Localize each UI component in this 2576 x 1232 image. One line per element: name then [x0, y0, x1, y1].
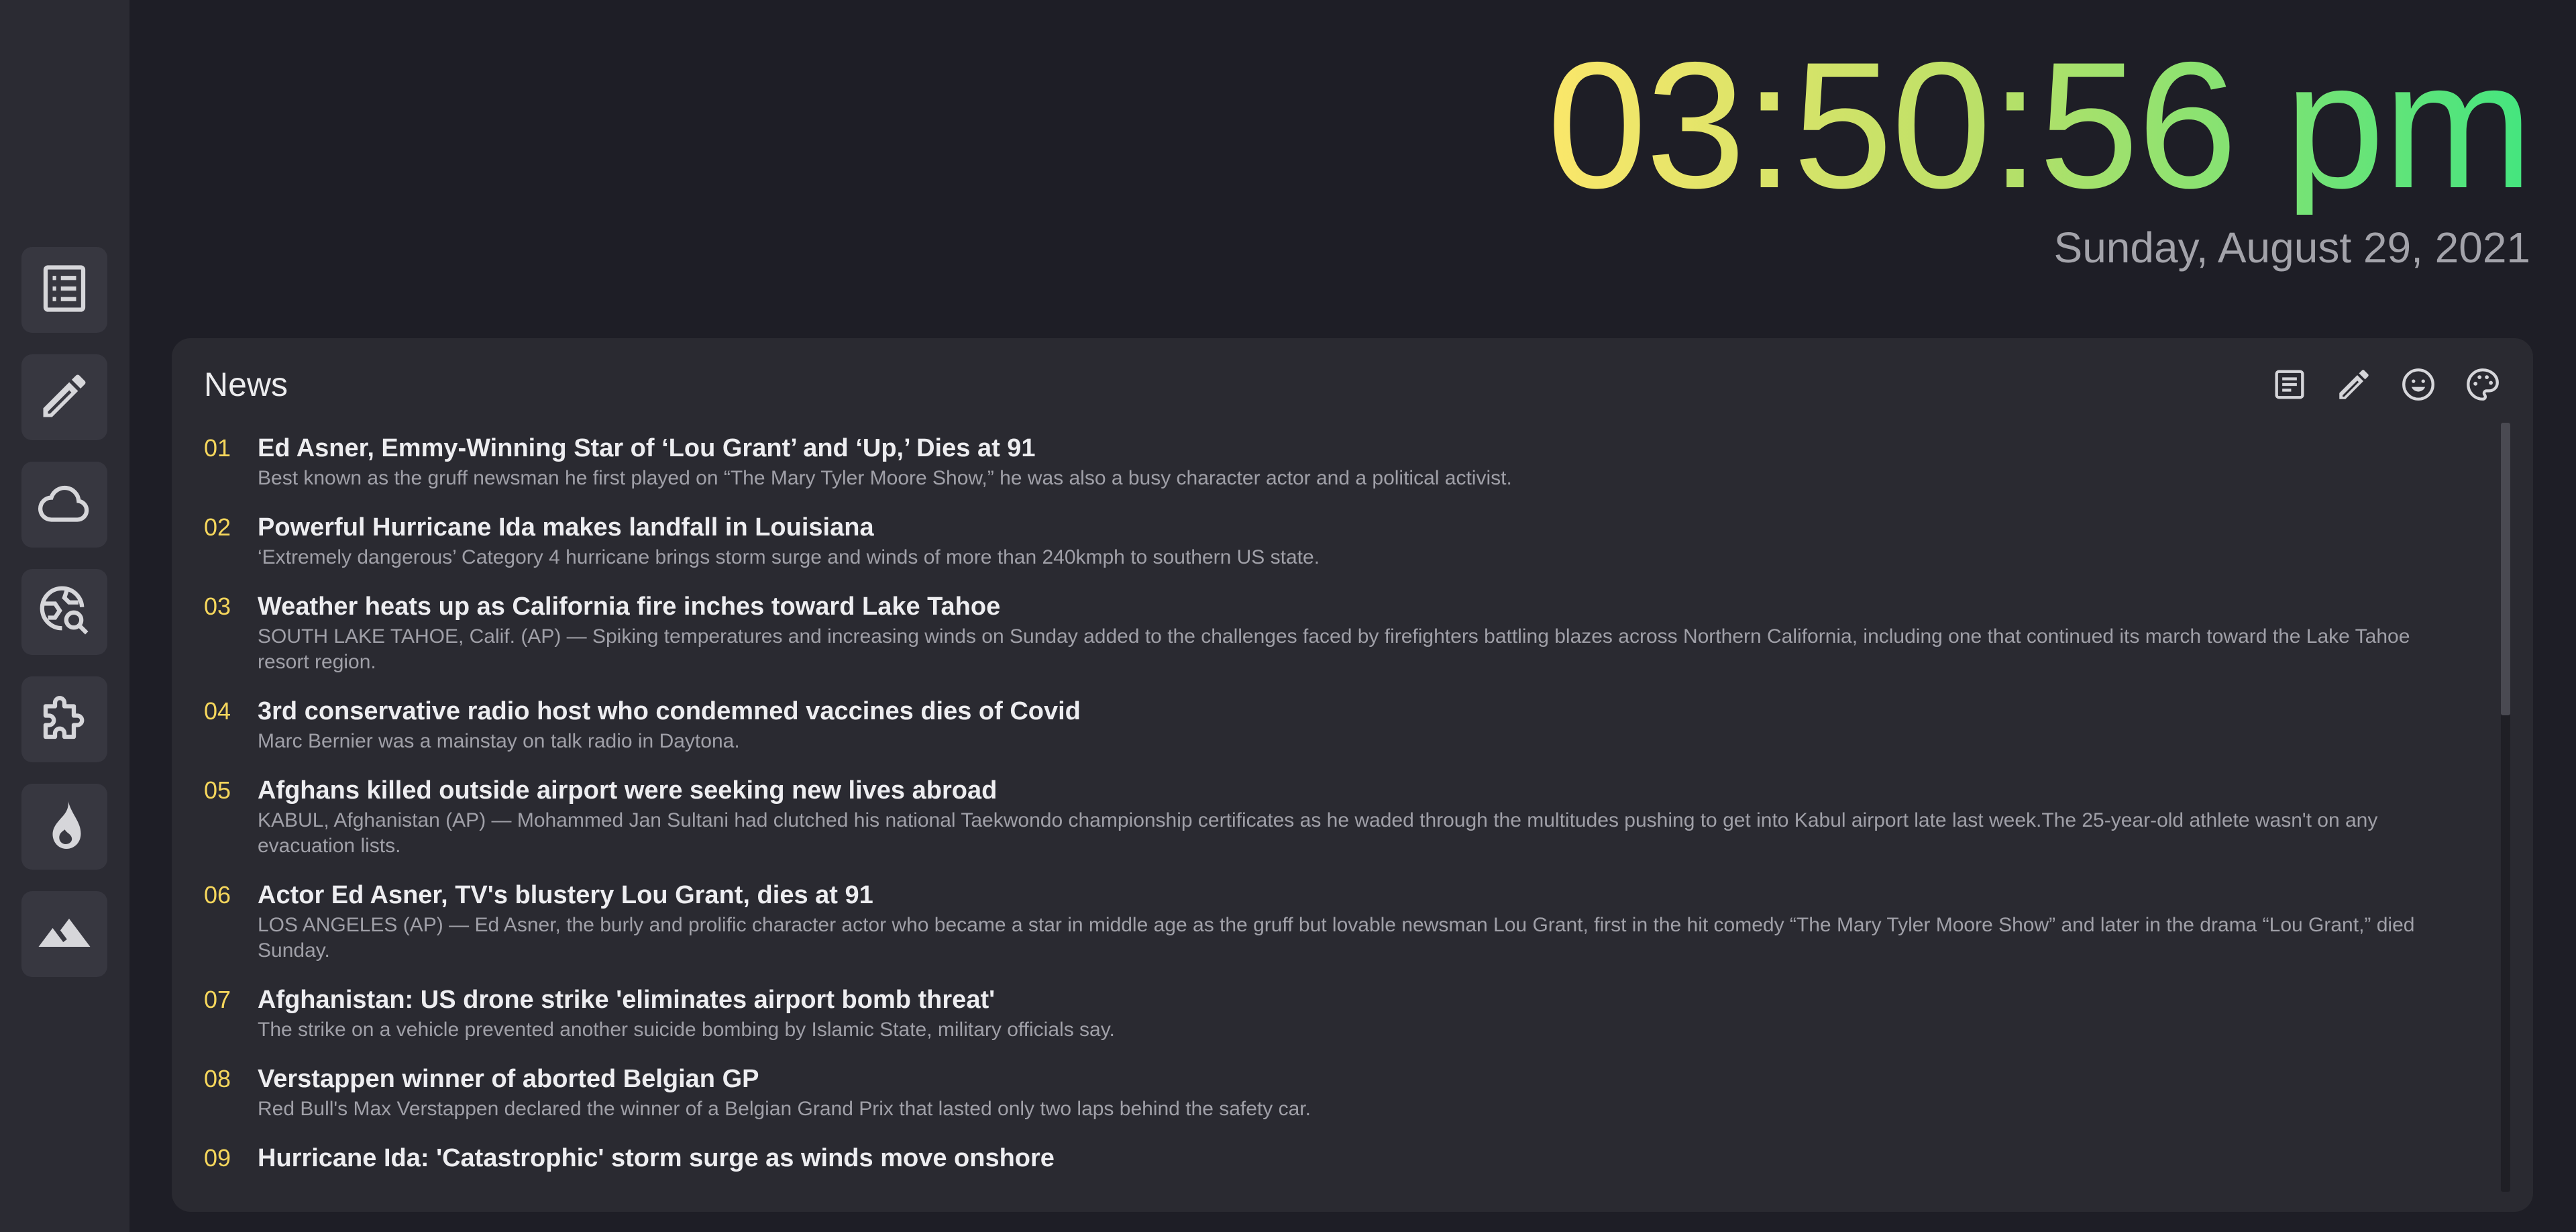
news-number: 01 — [204, 434, 231, 462]
news-number: 04 — [204, 697, 231, 725]
news-source-button[interactable] — [2269, 365, 2310, 407]
news-number: 06 — [204, 881, 231, 909]
news-headline[interactable]: Afghanistan: US drone strike 'eliminates… — [258, 985, 2445, 1015]
news-item[interactable]: 05 Afghans killed outside airport were s… — [204, 776, 2445, 859]
news-item[interactable]: 01 Ed Asner, Emmy-Winning Star of ‘Lou G… — [204, 433, 2445, 491]
news-summary: Marc Bernier was a mainstay on talk radi… — [258, 730, 740, 752]
news-number: 09 — [204, 1144, 231, 1172]
palette-icon — [2463, 365, 2502, 407]
globe-search-icon — [36, 582, 93, 642]
news-summary: Best known as the gruff newsman he first… — [258, 467, 1512, 489]
news-number: 02 — [204, 513, 231, 541]
news-headline[interactable]: Ed Asner, Emmy-Winning Star of ‘Lou Gran… — [258, 433, 2445, 463]
news-headline[interactable]: Weather heats up as California fire inch… — [258, 592, 2445, 621]
news-source-icon — [2270, 365, 2309, 407]
edit-icon — [2334, 365, 2373, 407]
news-item[interactable]: 02 Powerful Hurricane Ida makes landfall… — [204, 513, 2445, 570]
news-list: 01 Ed Asner, Emmy-Winning Star of ‘Lou G… — [204, 433, 2445, 1197]
clock-date: Sunday, August 29, 2021 — [2053, 223, 2531, 272]
news-headline[interactable]: Verstappen winner of aborted Belgian GP — [258, 1064, 2445, 1094]
news-number: 08 — [204, 1065, 231, 1092]
news-scrollbar[interactable] — [2501, 423, 2510, 1192]
list-icon — [36, 260, 93, 320]
news-item[interactable]: 04 3rd conservative radio host who conde… — [204, 697, 2445, 754]
news-item[interactable]: 06 Actor Ed Asner, TV's blustery Lou Gra… — [204, 880, 2445, 964]
news-number: 05 — [204, 776, 231, 804]
sidebar-item-news[interactable] — [21, 247, 107, 333]
scrollbar-thumb[interactable] — [2501, 423, 2510, 715]
news-item[interactable]: 07 Afghanistan: US drone strike 'elimina… — [204, 985, 2445, 1043]
clock-time: 03:50:56 pm — [1547, 24, 2533, 225]
panel-title: News — [204, 366, 288, 403]
news-headline[interactable]: Actor Ed Asner, TV's blustery Lou Grant,… — [258, 880, 2445, 910]
sidebar — [0, 0, 129, 1232]
news-panel: News 01 Ed Asner, Emmy-Winning Star of ‘… — [172, 338, 2533, 1212]
news-item[interactable]: 09 Hurricane Ida: 'Catastrophic' storm s… — [204, 1143, 2445, 1176]
news-item[interactable]: 03 Weather heats up as California fire i… — [204, 592, 2445, 675]
news-headline[interactable]: Hurricane Ida: 'Catastrophic' storm surg… — [258, 1143, 2445, 1173]
palette-button[interactable] — [2462, 365, 2504, 407]
news-summary: The strike on a vehicle prevented anothe… — [258, 1019, 1115, 1041]
sidebar-item-notes[interactable] — [21, 354, 107, 440]
sidebar-item-extensions[interactable] — [21, 676, 107, 762]
edit-button[interactable] — [2333, 365, 2375, 407]
puzzle-icon — [36, 690, 93, 750]
news-headline[interactable]: 3rd conservative radio host who condemne… — [258, 697, 2445, 726]
emoji-button[interactable] — [2398, 365, 2439, 407]
news-item[interactable]: 08 Verstappen winner of aborted Belgian … — [204, 1064, 2445, 1122]
news-summary: LOS ANGELES (AP) — Ed Asner, the burly a… — [258, 914, 2415, 962]
news-headline[interactable]: Powerful Hurricane Ida makes landfall in… — [258, 513, 2445, 542]
cloud-icon — [36, 475, 93, 535]
news-summary: ‘Extremely dangerous’ Category 4 hurrica… — [258, 546, 1320, 568]
mountain-icon — [36, 905, 93, 964]
news-number: 07 — [204, 986, 231, 1013]
news-summary: SOUTH LAKE TAHOE, Calif. (AP) — Spiking … — [258, 625, 2410, 673]
panel-toolbar — [2269, 365, 2504, 407]
news-headline[interactable]: Afghans killed outside airport were seek… — [258, 776, 2445, 805]
news-summary: Red Bull's Max Verstappen declared the w… — [258, 1098, 1311, 1120]
sidebar-item-search[interactable] — [21, 569, 107, 655]
emoji-icon — [2399, 365, 2438, 407]
sidebar-item-background[interactable] — [21, 891, 107, 977]
sidebar-item-weather[interactable] — [21, 462, 107, 548]
news-summary: KABUL, Afghanistan (AP) — Mohammed Jan S… — [258, 809, 2378, 857]
sidebar-item-trending[interactable] — [21, 784, 107, 870]
pencil-icon — [36, 368, 93, 427]
news-number: 03 — [204, 593, 231, 620]
flame-icon — [36, 797, 93, 857]
